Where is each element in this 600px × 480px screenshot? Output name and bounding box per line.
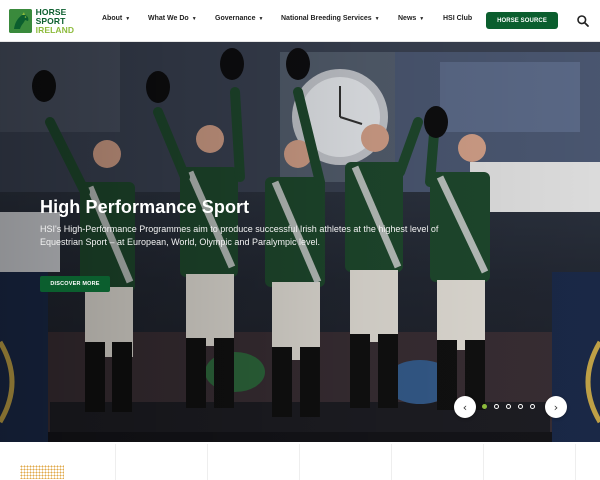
caret-down-icon: ▼: [191, 15, 197, 22]
nav-item-label: HSI Club: [443, 15, 473, 22]
search-icon[interactable]: [576, 14, 590, 28]
chevron-right-icon[interactable]: ›: [545, 396, 567, 418]
slide-dot-1[interactable]: [482, 404, 487, 409]
top-navigation: HORSE SPORT IRELAND About ▼ What We Do ▼ G…: [0, 0, 600, 42]
nav-item-label: About: [102, 15, 123, 22]
horse-logo-icon: [9, 9, 32, 33]
nav-item-label: News: [398, 15, 417, 22]
discover-more-button[interactable]: DISCOVER MORE: [40, 276, 110, 292]
nav-item-national-breeding-services[interactable]: National Breeding Services ▼: [281, 15, 380, 22]
slide-dot-2[interactable]: [494, 404, 499, 409]
brand-line-1: HORSE SPORT: [35, 6, 67, 26]
nav-item-about[interactable]: About ▼: [102, 15, 130, 22]
caret-down-icon: ▼: [125, 15, 131, 22]
site-logo[interactable]: HORSE SPORT IRELAND: [9, 6, 95, 35]
nav-item-label: National Breeding Services: [281, 15, 372, 22]
nav-item-label: What We Do: [148, 15, 189, 22]
caret-down-icon: ▼: [419, 15, 425, 22]
nav-item-label: Governance: [215, 15, 256, 22]
nav-item-what-we-do[interactable]: What We Do ▼: [148, 15, 197, 22]
content-strip: [0, 442, 600, 480]
caret-down-icon: ▼: [258, 15, 264, 22]
horse-source-button[interactable]: HORSE SOURCE: [486, 12, 558, 29]
nav-item-news[interactable]: News ▼: [398, 15, 424, 22]
nav-item-hsi-club[interactable]: HSI Club: [443, 15, 472, 22]
decorative-dot-pattern: [20, 465, 64, 479]
hero-title: High Performance Sport: [40, 197, 250, 217]
hero-slider: High Performance Sport HSI's High-Perfor…: [0, 42, 600, 442]
hero-description: HSI's High-Performance Programmes aim to…: [40, 224, 439, 247]
slide-dot-5[interactable]: [530, 404, 535, 409]
caret-down-icon: ▼: [374, 15, 380, 22]
slider-pagination: [482, 404, 535, 409]
slide-dot-4[interactable]: [518, 404, 523, 409]
slide-dot-3[interactable]: [506, 404, 511, 409]
chevron-left-icon[interactable]: ‹: [454, 396, 476, 418]
brand-line-2: IRELAND: [35, 24, 75, 35]
nav-item-governance[interactable]: Governance ▼: [215, 15, 263, 22]
